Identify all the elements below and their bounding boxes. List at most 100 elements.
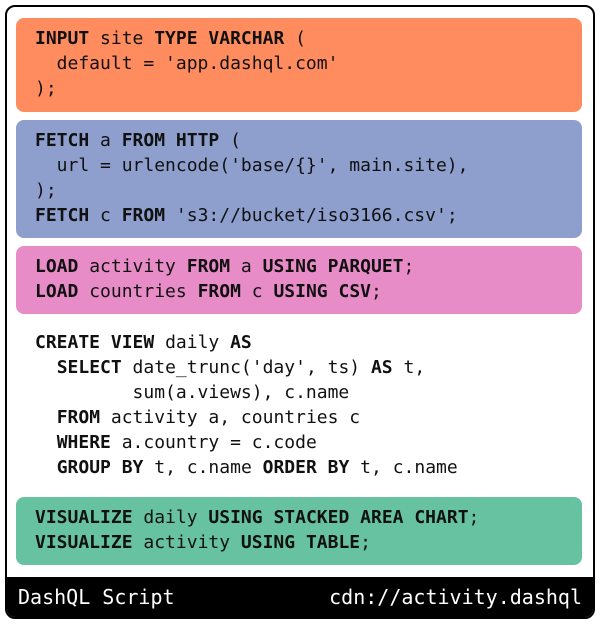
- keyword-token: FETCH: [35, 205, 90, 226]
- code-token: );: [35, 78, 57, 99]
- code-token: 's3://bucket/iso3166.csv';: [165, 205, 458, 226]
- code-token: (: [219, 130, 241, 151]
- keyword-token: BY: [121, 457, 144, 478]
- keyword-token: VISUALIZE: [35, 507, 133, 528]
- keyword-token: GROUP: [56, 457, 111, 478]
- code-token: daily: [132, 507, 209, 528]
- script-title: DashQL Script: [18, 585, 175, 609]
- code-line: LOAD countries FROM c USING CSV;: [35, 279, 582, 304]
- keyword-token: FROM: [197, 281, 241, 302]
- script-path: cdn://activity.dashql: [329, 585, 582, 609]
- load-block: LOAD activity FROM a USING PARQUET; LOAD …: [16, 246, 582, 314]
- keyword-token: BY: [327, 457, 350, 478]
- keyword-token: USING: [240, 532, 296, 553]
- code-token: a: [230, 256, 263, 277]
- keyword-token: FROM: [121, 130, 166, 151]
- keyword-token: INPUT: [35, 28, 90, 49]
- keyword-token: TABLE: [305, 532, 361, 553]
- code-token: t, c.name: [143, 457, 263, 478]
- keyword-token: AS: [370, 357, 393, 378]
- keyword-token: FROM: [186, 256, 231, 277]
- keyword-token: LOAD: [35, 256, 79, 277]
- code-line: SELECT date_trunc('day', ts) AS t,: [35, 355, 582, 380]
- fetch-block: FETCH a FROM HTTP ( url = urlencode('bas…: [16, 120, 582, 238]
- code-line: VISUALIZE activity USING TABLE;: [35, 530, 582, 555]
- code-line: default = 'app.dashql.com': [35, 51, 582, 76]
- code-token: default = 'app.dashql.com': [35, 53, 339, 74]
- keyword-token: FETCH: [35, 130, 90, 151]
- code-token: daily: [154, 332, 231, 353]
- code-line: WHERE a.country = c.code: [35, 430, 582, 455]
- keyword-token: TYPE: [154, 28, 198, 49]
- code-token: );: [35, 180, 57, 201]
- code-token: ;: [360, 532, 371, 553]
- keyword-token: ORDER: [262, 457, 317, 478]
- keyword-token: VARCHAR: [208, 28, 285, 49]
- code-line: CREATE VIEW daily AS: [35, 330, 582, 355]
- code-token: activity: [132, 532, 241, 553]
- visualize-block: VISUALIZE daily USING STACKED AREA CHART…: [16, 497, 582, 565]
- code-token: c: [89, 205, 122, 226]
- keyword-token: LOAD: [35, 281, 79, 302]
- keyword-token: SELECT: [56, 357, 122, 378]
- code-token: activity a, countries c: [100, 407, 361, 428]
- keyword-token: USING: [208, 507, 263, 528]
- keyword-token: CREATE: [35, 332, 101, 353]
- code-token: (: [284, 28, 306, 49]
- keyword-token: PARQUET: [327, 256, 404, 277]
- code-token: ;: [371, 281, 382, 302]
- keyword-token: AREA: [360, 507, 404, 528]
- code-line: LOAD activity FROM a USING PARQUET;: [35, 254, 582, 279]
- keyword-token: CSV: [338, 281, 371, 302]
- code-line: );: [35, 76, 582, 101]
- code-token: a.country = c.code: [110, 432, 317, 453]
- keyword-token: AS: [230, 332, 252, 353]
- code-token: sum(a.views), c.name: [35, 382, 350, 403]
- code-token: a: [89, 130, 122, 151]
- keyword-token: FROM: [121, 205, 166, 226]
- code-line: VISUALIZE daily USING STACKED AREA CHART…: [35, 505, 582, 530]
- code-line: GROUP BY t, c.name ORDER BY t, c.name: [35, 455, 582, 480]
- code-token: url = urlencode('base/{}', main.site),: [35, 155, 469, 176]
- code-token: ;: [403, 256, 415, 277]
- code-line: url = urlencode('base/{}', main.site),: [35, 153, 582, 178]
- view-block: CREATE VIEW daily AS SELECT date_trunc('…: [16, 322, 582, 494]
- code-token: t, c.name: [349, 457, 458, 478]
- code-line: FETCH c FROM 's3://bucket/iso3166.csv';: [35, 203, 582, 228]
- code-token: ;: [468, 507, 480, 528]
- code-line: );: [35, 178, 582, 203]
- keyword-token: WHERE: [56, 432, 111, 453]
- code-token: site: [89, 28, 155, 49]
- keyword-token: USING: [262, 256, 317, 277]
- script-card: INPUT site TYPE VARCHAR ( default = 'app…: [5, 5, 595, 619]
- code-line: INPUT site TYPE VARCHAR (: [35, 26, 582, 51]
- keyword-token: FROM: [56, 407, 101, 428]
- keyword-token: VISUALIZE: [35, 532, 133, 553]
- keyword-token: USING: [273, 281, 328, 302]
- keyword-token: VIEW: [110, 332, 155, 353]
- code-token: countries: [78, 281, 198, 302]
- code-line: FETCH a FROM HTTP (: [35, 128, 582, 153]
- code-token: activity: [78, 256, 187, 277]
- code-line: sum(a.views), c.name: [35, 380, 582, 405]
- keyword-token: STACKED: [273, 507, 350, 528]
- footer-bar: DashQL Script cdn://activity.dashql: [7, 577, 593, 617]
- keyword-token: HTTP: [175, 130, 220, 151]
- code-line: FROM activity a, countries c: [35, 405, 582, 430]
- code-token: date_trunc('day', ts): [121, 357, 371, 378]
